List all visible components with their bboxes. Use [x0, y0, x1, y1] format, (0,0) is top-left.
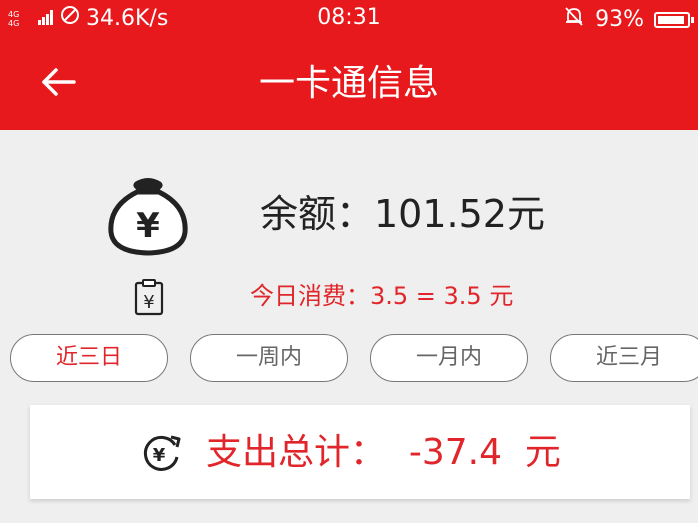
- tab-last-three-days[interactable]: 近三日: [10, 334, 168, 382]
- yen-expense-icon: ¥: [143, 435, 181, 471]
- app-header: 一卡通信息: [0, 36, 698, 130]
- svg-text:¥: ¥: [136, 206, 160, 246]
- money-bag-icon: ¥: [108, 178, 188, 256]
- expense-total-text: 支出总计： -37.4 元: [206, 432, 561, 473]
- status-bar: 4G 4G 34.6K/s 08:31 93%: [0, 0, 698, 36]
- today-spending-text: 今日消费：3.5 = 3.5 元: [250, 282, 514, 310]
- clipboard-yen-icon: ¥: [134, 279, 164, 316]
- balance-amount: 余额：101.52元: [260, 192, 545, 236]
- tab-within-month[interactable]: 一月内: [370, 334, 528, 382]
- page-title: 一卡通信息: [258, 63, 439, 104]
- today-spending-section: ¥ 今日消费：3.5 = 3.5 元: [0, 276, 698, 316]
- battery-fill: [658, 15, 684, 24]
- battery-percent: 93%: [595, 6, 644, 32]
- svg-text:¥: ¥: [143, 292, 154, 313]
- mute-bell-icon: [563, 5, 585, 34]
- status-right: 93%: [563, 5, 694, 34]
- balance-section: ¥ 余额：101.52元: [0, 170, 698, 260]
- tab-last-three-months[interactable]: 近三月: [550, 334, 698, 382]
- expense-summary-card: ¥ 支出总计： -37.4 元: [30, 405, 690, 499]
- svg-text:¥: ¥: [153, 445, 166, 466]
- tab-within-week[interactable]: 一周内: [190, 334, 348, 382]
- battery-icon: [654, 11, 694, 28]
